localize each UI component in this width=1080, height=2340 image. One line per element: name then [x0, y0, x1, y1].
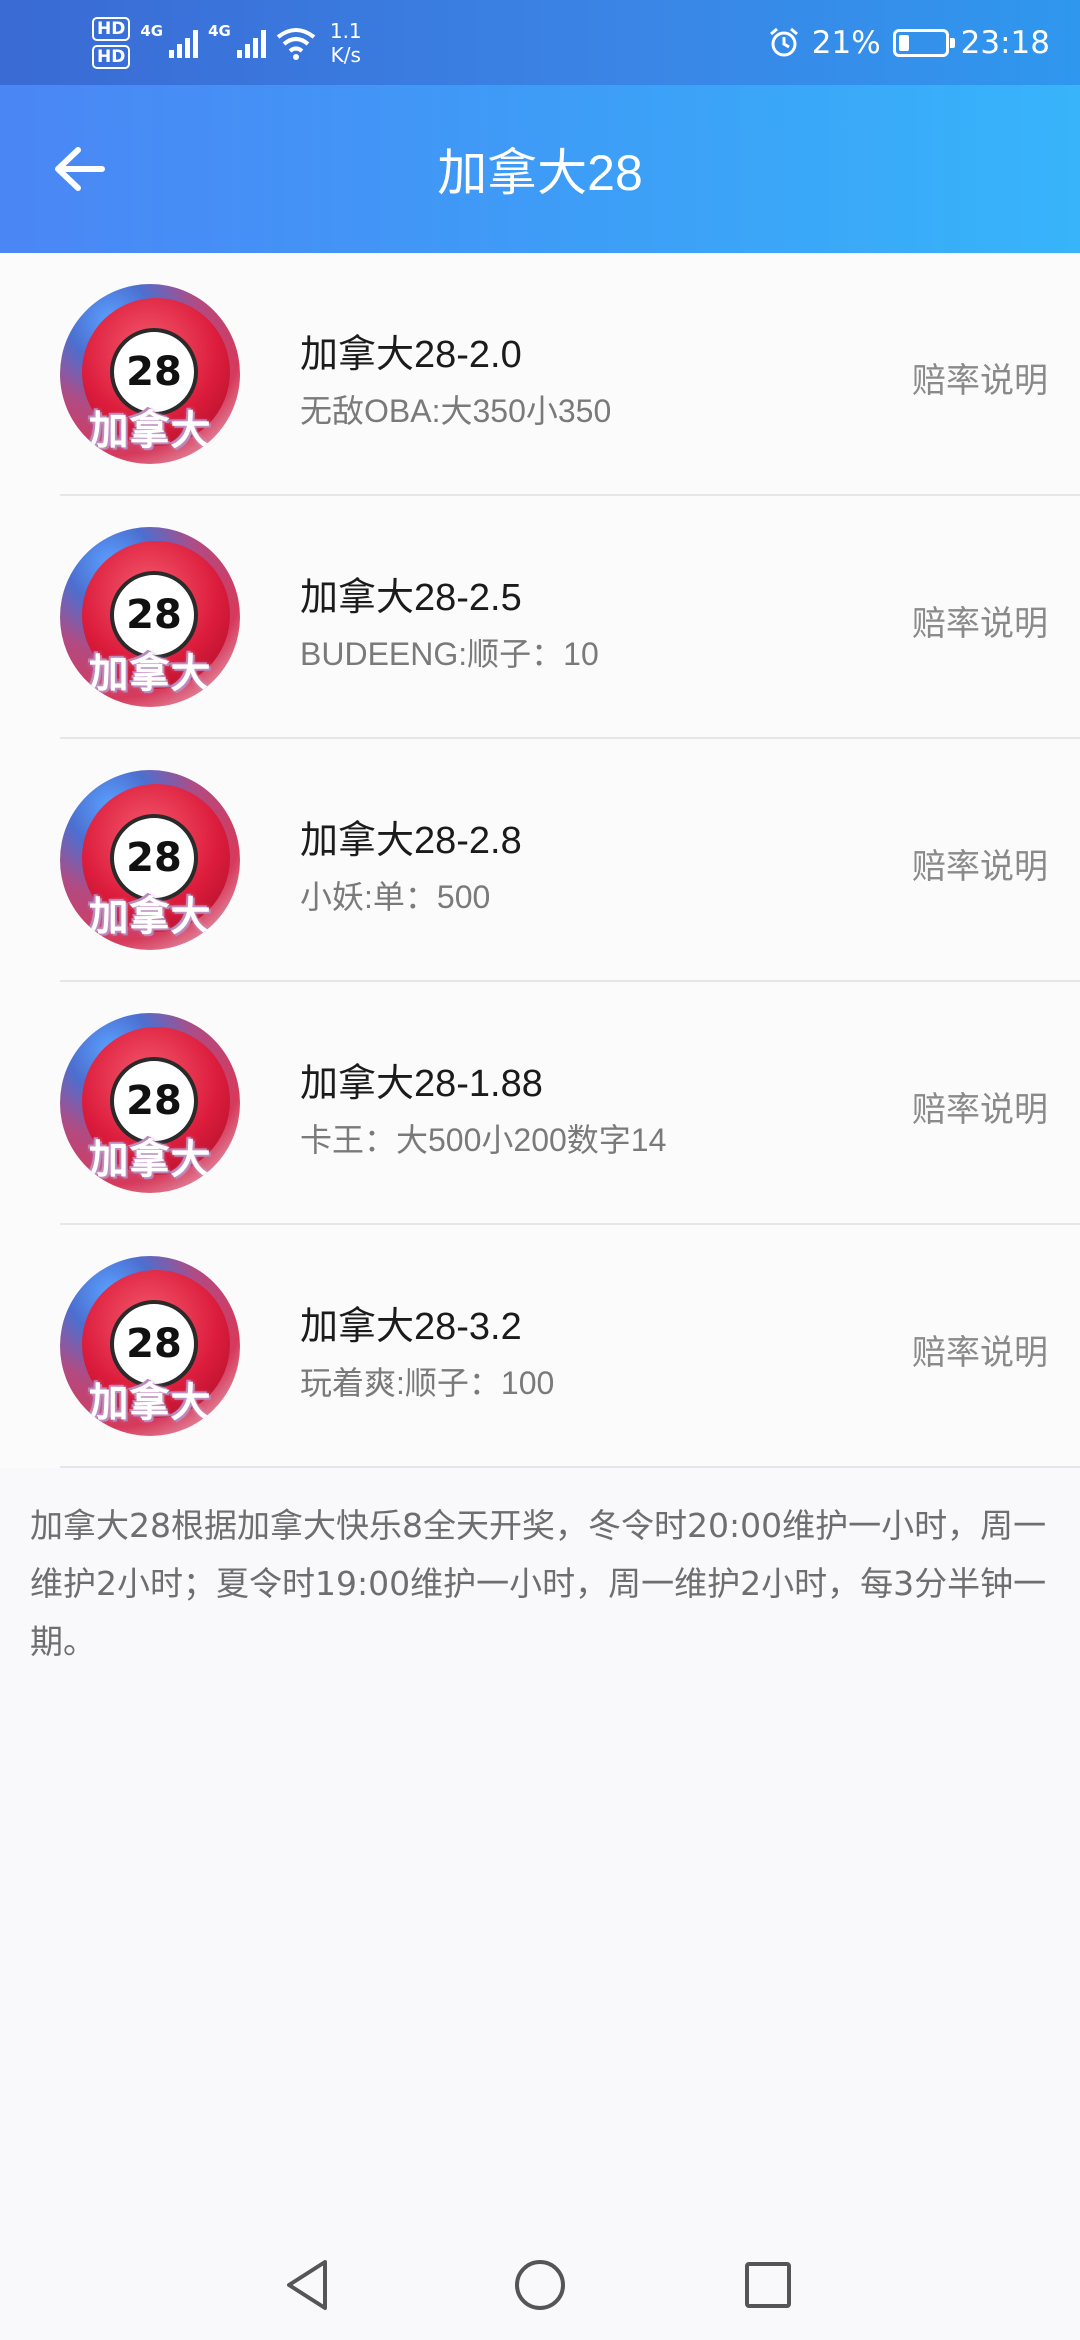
speed-value: 1.1	[329, 19, 362, 43]
odds-info-link[interactable]: 赔率说明	[912, 1082, 1048, 1131]
battery-percent: 21%	[811, 25, 881, 61]
status-left: HD HD 4G 4G 1.1 K/s	[92, 14, 362, 72]
avatar-caption: 加拿大	[88, 1380, 212, 1426]
network-type-2: 4G	[208, 22, 231, 40]
list-item[interactable]: 28 加拿大 加拿大28-2.0 无敌OBA:大350小350 赔率说明	[0, 253, 1080, 496]
odds-info-link[interactable]: 赔率说明	[912, 839, 1048, 888]
list-item[interactable]: 28 加拿大 加拿大28-1.88 卡王：大500小200数字14 赔率说明	[0, 982, 1080, 1225]
maintenance-note: 加拿大28根据加拿大快乐8全天开奖，冬令时20:00维护一小时，周一维护2小时；…	[30, 1506, 1047, 1661]
avatar-caption: 加拿大	[88, 408, 212, 454]
clock: 23:18	[960, 25, 1050, 61]
list-item[interactable]: 28 加拿大 加拿大28-2.5 BUDEENG:顺子：10 赔率说明	[0, 496, 1080, 739]
nav-home-button[interactable]	[505, 2250, 575, 2320]
item-title: 加拿大28-3.2	[300, 1306, 522, 1348]
item-subtitle: 玩着爽:顺子：100	[300, 1365, 555, 1401]
nav-recents-button[interactable]	[733, 2250, 803, 2320]
page-title: 加拿大28	[437, 145, 643, 201]
battery-icon	[892, 29, 955, 57]
item-subtitle: 无敌OBA:大350小350	[300, 393, 612, 429]
speed-unit: K/s	[330, 43, 361, 67]
alarm-icon	[769, 27, 798, 57]
network-speed: 1.1 K/s	[330, 19, 362, 67]
lottery-avatar: 28 加拿大	[60, 1013, 240, 1193]
list-item[interactable]: 28 加拿大 加拿大28-2.8 小妖:单：500 赔率说明	[0, 739, 1080, 982]
status-bar: HD HD 4G 4G 1.1 K/s 21% 23:18	[0, 0, 1080, 85]
nav-home-icon	[515, 2260, 565, 2310]
divider	[60, 1466, 1080, 1468]
lottery-avatar: 28 加拿大	[60, 770, 240, 950]
lottery-avatar: 28 加拿大	[60, 527, 240, 707]
hd-label-2: HD	[92, 45, 131, 69]
item-title: 加拿大28-1.88	[300, 1063, 543, 1105]
status-right: 21% 23:18	[768, 18, 1050, 68]
item-title: 加拿大28-2.0	[300, 334, 522, 376]
avatar-caption: 加拿大	[88, 1137, 212, 1183]
app-bar: 加拿大28	[0, 85, 1080, 253]
odds-info-link[interactable]: 赔率说明	[912, 353, 1048, 402]
nav-back-button[interactable]	[272, 2250, 342, 2320]
item-title: 加拿大28-2.5	[300, 577, 522, 619]
lottery-avatar: 28 加拿大	[60, 284, 240, 464]
hd-label-1: HD	[92, 17, 131, 41]
odds-info-link[interactable]: 赔率说明	[912, 1325, 1048, 1374]
wifi-icon	[276, 28, 316, 60]
network-type-1: 4G	[140, 22, 164, 40]
item-subtitle: BUDEENG:顺子：10	[300, 636, 599, 672]
item-subtitle: 卡王：大500小200数字14	[300, 1122, 667, 1158]
signal-icon	[236, 28, 266, 58]
item-subtitle: 小妖:单：500	[300, 879, 491, 915]
nav-recents-icon	[745, 2262, 791, 2308]
signal-icon	[169, 28, 199, 58]
lottery-list: 28 加拿大 加拿大28-2.0 无敌OBA:大350小350 赔率说明 28 …	[0, 253, 1080, 1468]
item-title: 加拿大28-2.8	[300, 820, 522, 862]
hd-icon: HD HD	[92, 17, 131, 69]
list-item[interactable]: 28 加拿大 加拿大28-3.2 玩着爽:顺子：100 赔率说明	[0, 1225, 1080, 1468]
back-arrow-icon	[55, 147, 105, 191]
back-button[interactable]	[40, 129, 120, 209]
lottery-avatar: 28 加拿大	[60, 1256, 240, 1436]
nav-back-icon	[287, 2260, 327, 2310]
avatar-caption: 加拿大	[88, 651, 212, 697]
odds-info-link[interactable]: 赔率说明	[912, 596, 1048, 645]
avatar-caption: 加拿大	[88, 894, 212, 940]
system-nav-bar	[0, 2220, 1080, 2340]
